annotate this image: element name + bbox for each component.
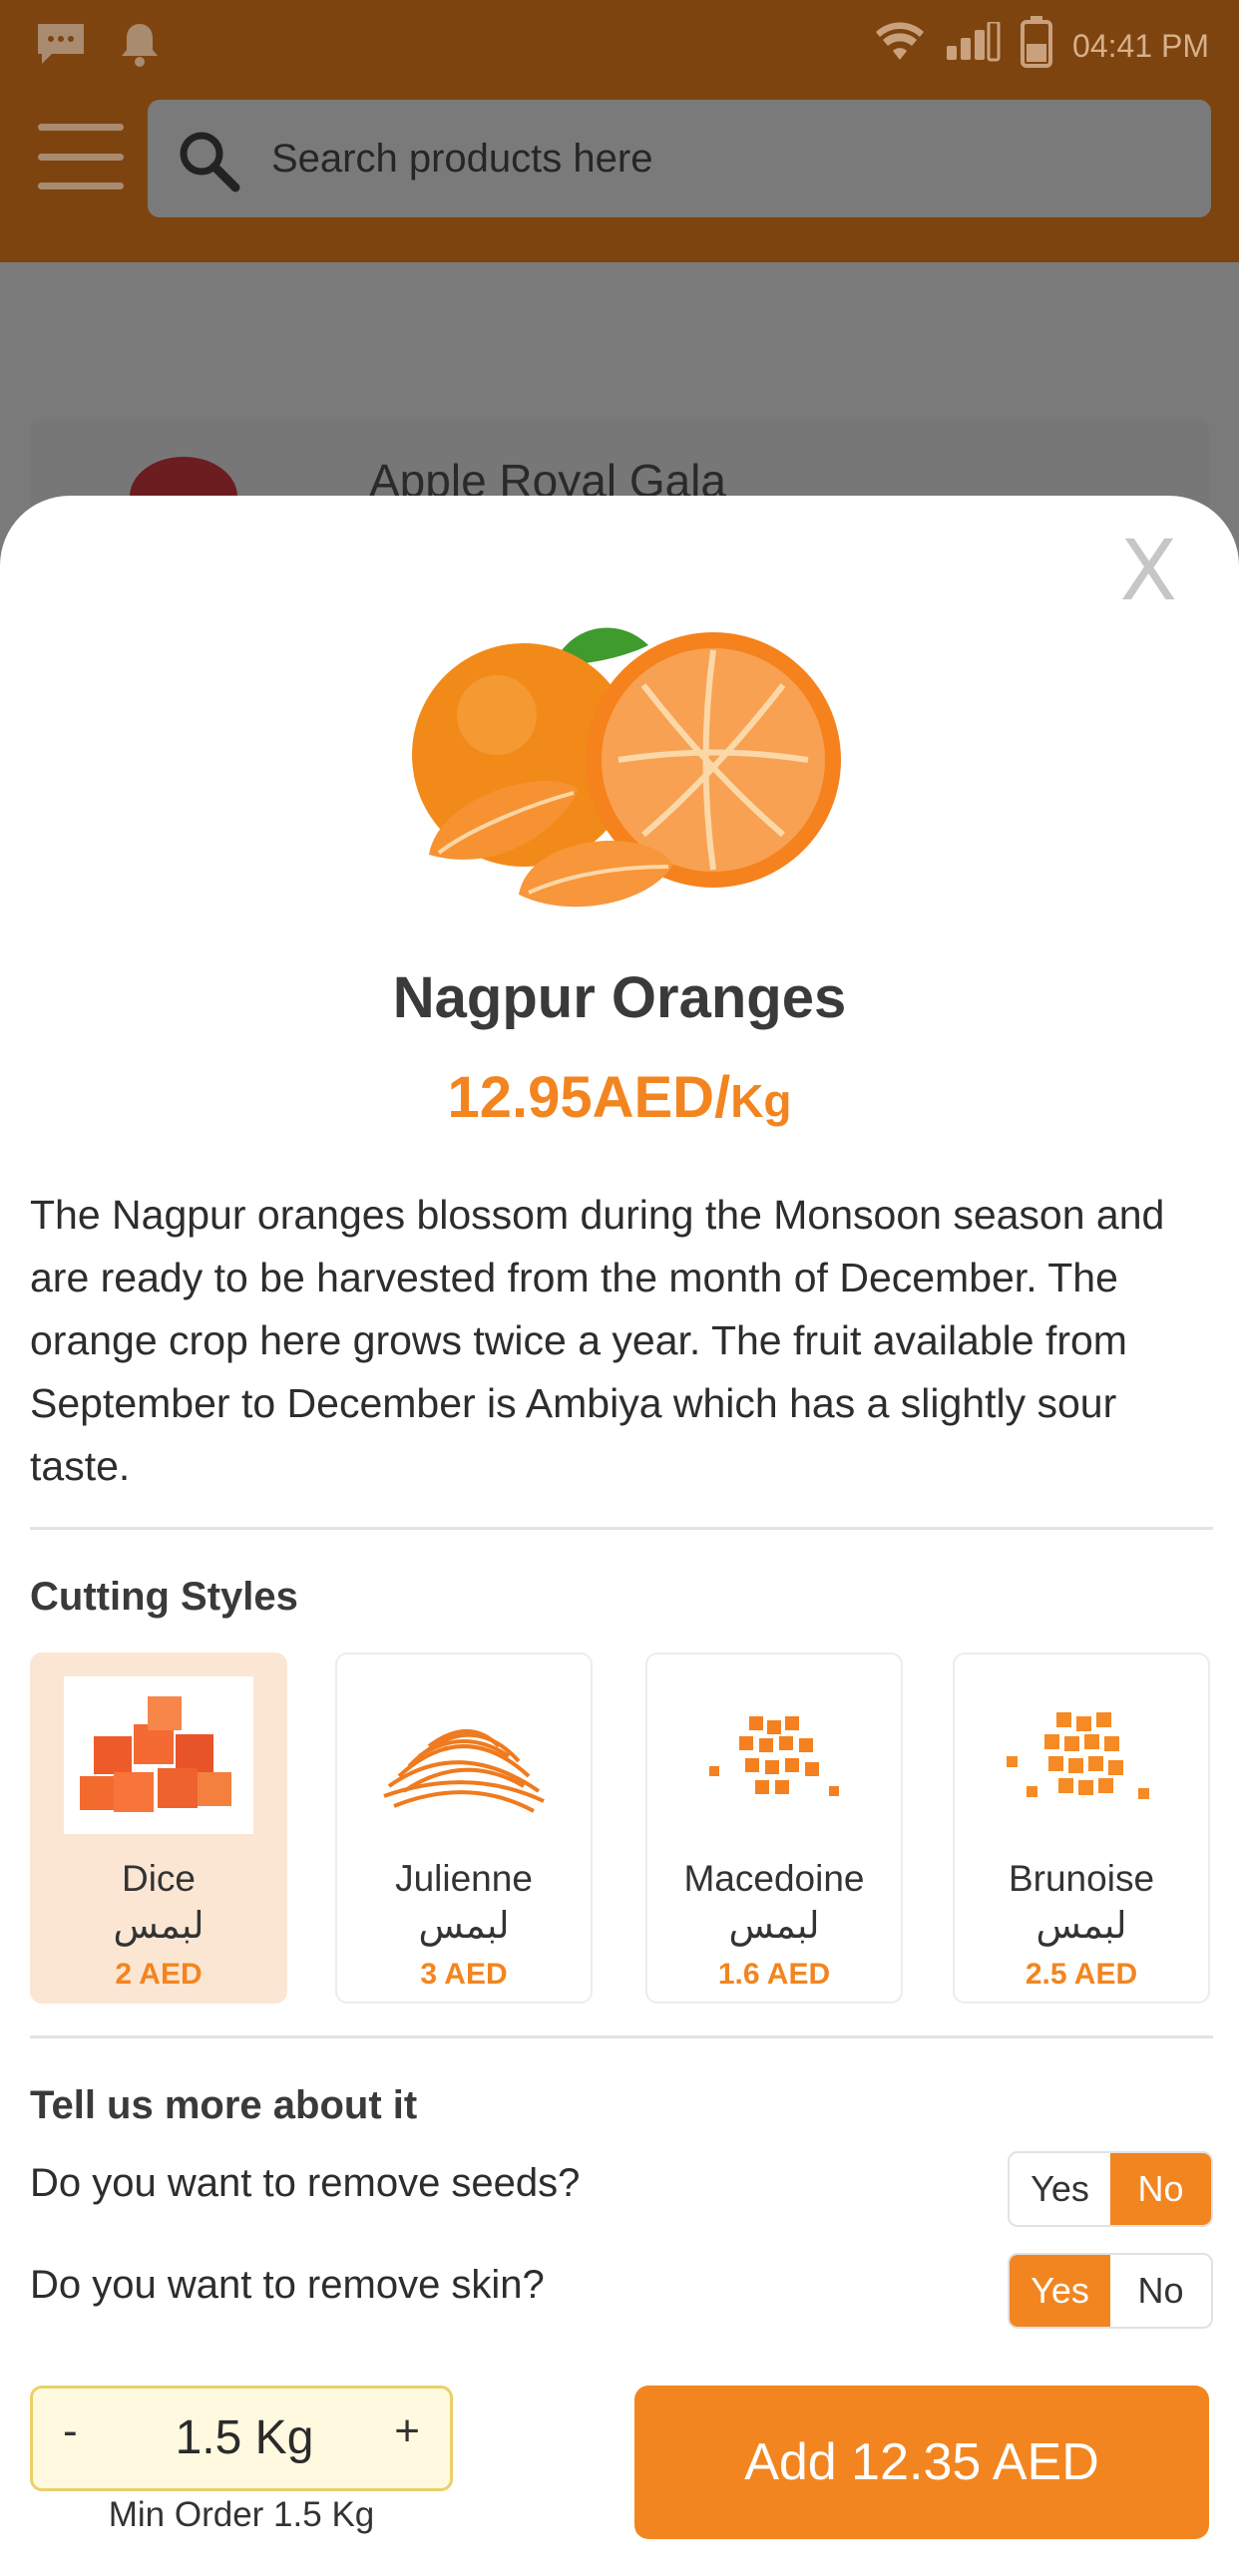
remove-skin-question: Do you want to remove skin? (30, 2263, 545, 2307)
battery-icon (1021, 16, 1053, 76)
julienne-image (369, 1676, 559, 1834)
product-detail-sheet: X Nagpur Oranges 12.95AED/Kg The Nagpur … (0, 496, 1239, 2576)
cutting-style-name: Macedoine (683, 1858, 865, 1899)
preferences-title: Tell us more about it (30, 2083, 418, 2127)
brunoise-image (987, 1676, 1176, 1834)
remove-skin-yes[interactable]: Yes (1010, 2255, 1110, 2327)
search-bar[interactable] (148, 100, 1211, 217)
status-bar: 04:41 PM (0, 0, 1239, 84)
remove-seeds-toggle[interactable]: Yes No (1008, 2151, 1213, 2227)
increase-quantity-button[interactable]: + (394, 2406, 420, 2456)
cutting-style-name: Brunoise (1008, 1858, 1155, 1899)
cutting-style-dice[interactable]: Dice لبمس 2 AED (30, 1653, 287, 2004)
quantity-stepper: - 1.5 Kg + (30, 2386, 453, 2491)
cutting-style-name: Julienne (395, 1858, 533, 1899)
app-header: 04:41 PM (0, 0, 1239, 262)
price-unit: Kg (730, 1075, 792, 1127)
divider (30, 1527, 1213, 1530)
product-name: Nagpur Oranges (392, 965, 847, 1030)
wifi-icon (875, 22, 925, 70)
product-price: 12.95AED/Kg (0, 1064, 1239, 1131)
cutting-style-arabic: لبمس (1035, 1904, 1127, 1947)
remove-skin-no[interactable]: No (1110, 2255, 1211, 2327)
bell-icon (118, 20, 162, 73)
message-icon (34, 20, 88, 73)
price-amount: 12.95AED/ (447, 1065, 731, 1130)
menu-icon[interactable] (38, 124, 124, 189)
cutting-style-price: 3 AED (420, 1958, 508, 1991)
search-input[interactable] (269, 124, 1167, 193)
cutting-style-arabic: لبمس (728, 1904, 820, 1947)
close-button[interactable]: X (1119, 522, 1177, 619)
macedoine-image (679, 1676, 869, 1834)
clock-time: 04:41 PM (1072, 27, 1209, 64)
cutting-style-arabic: لبمس (113, 1904, 205, 1947)
cutting-style-name: Dice (121, 1858, 197, 1899)
cutting-style-price: 2.5 AED (1025, 1958, 1138, 1991)
min-order-note: Min Order 1.5 Kg (108, 2495, 375, 2534)
search-icon (176, 128, 241, 198)
remove-seeds-question: Do you want to remove seeds? (30, 2161, 581, 2205)
divider (30, 2035, 1213, 2038)
cutting-styles-title: Cutting Styles (30, 1575, 298, 1619)
quantity-value: 1.5 Kg (175, 2411, 314, 2464)
cutting-style-brunoise[interactable]: Brunoise لبمس 2.5 AED (953, 1653, 1210, 2004)
cutting-style-macedoine[interactable]: Macedoine لبمس 1.6 AED (645, 1653, 903, 2004)
cutting-style-julienne[interactable]: Julienne لبمس 3 AED (335, 1653, 593, 2004)
remove-seeds-yes[interactable]: Yes (1010, 2153, 1110, 2225)
product-image (379, 575, 898, 954)
cutting-style-arabic: لبمس (418, 1904, 510, 1947)
signal-icon (945, 20, 1001, 70)
product-description: The Nagpur oranges blossom during the Mo… (30, 1192, 1165, 1489)
remove-skin-toggle[interactable]: Yes No (1008, 2253, 1213, 2329)
cutting-style-price: 2 AED (115, 1958, 203, 1991)
remove-seeds-no[interactable]: No (1110, 2153, 1211, 2225)
cutting-style-price: 1.6 AED (717, 1958, 831, 1991)
dice-image (64, 1676, 253, 1834)
add-to-cart-button[interactable]: Add 12.35 AED (634, 2386, 1209, 2539)
